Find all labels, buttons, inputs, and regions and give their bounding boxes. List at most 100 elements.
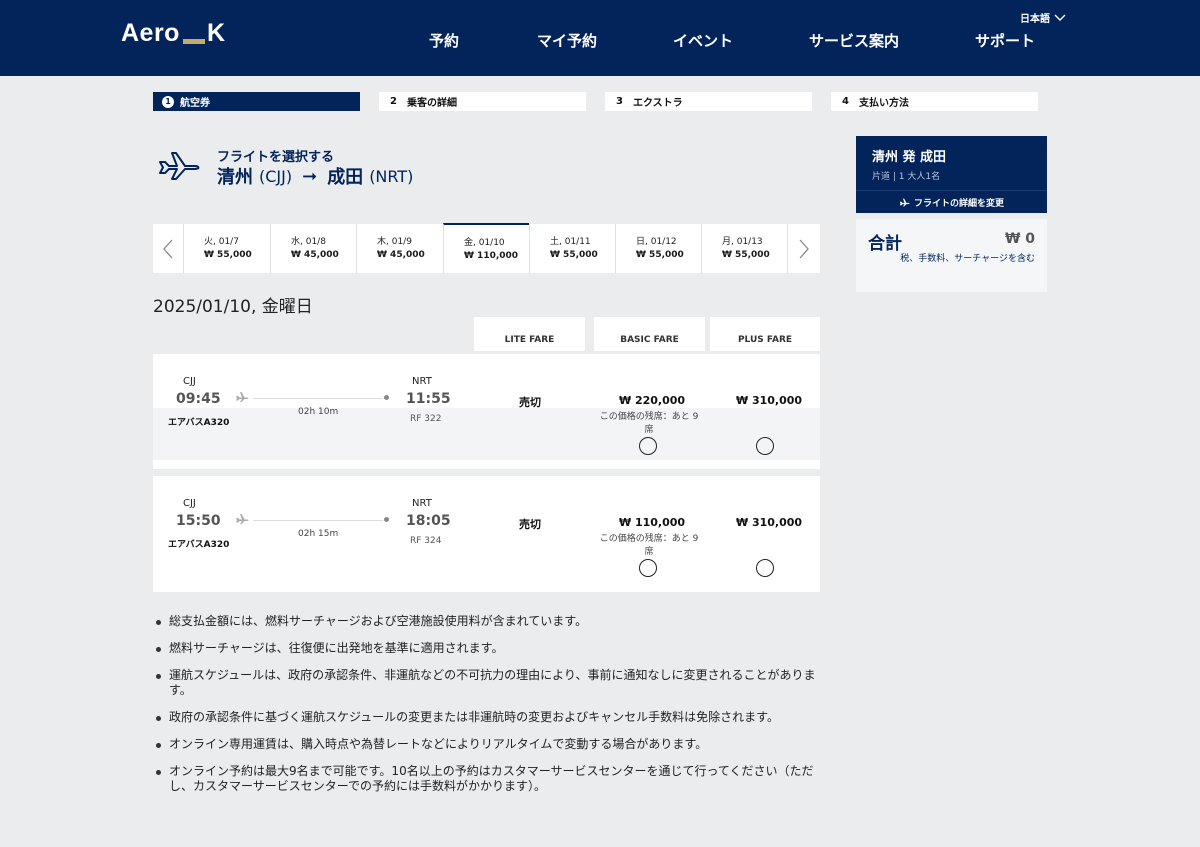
nav-support[interactable]: サポート xyxy=(975,30,1035,51)
lite-fare-sold-out: 売切 xyxy=(519,518,541,531)
date-option[interactable]: 土, 01/11 ₩ 55,000 xyxy=(529,224,615,273)
basic-fare-price: ₩ 110,000 xyxy=(619,516,686,529)
date-label: 火, 01/7 xyxy=(204,237,239,247)
aircraft-type: エアバスA320 xyxy=(168,540,230,550)
airplane-small-icon xyxy=(236,392,249,402)
route-end-dot xyxy=(384,395,389,400)
aero-k-logo[interactable]: Aero K xyxy=(121,19,226,48)
origin-code: (CJJ) xyxy=(259,166,293,186)
fare-note: 総支払金額には、燃料サーチャージおよび空港施設使用料が含まれています。 xyxy=(153,614,825,629)
date-label: 金, 01/10 xyxy=(464,238,505,248)
step-label: エクストラ xyxy=(632,98,683,109)
date-option[interactable]: 火, 01/7 ₩ 55,000 xyxy=(183,224,269,273)
total-box: 合計 ₩ 0 税、手数料、サーチャージを含む xyxy=(856,219,1047,292)
basic-fare-radio[interactable] xyxy=(639,437,657,455)
flight-duration: 02h 15m xyxy=(298,529,339,539)
arrival-code: NRT xyxy=(412,498,432,509)
fare-header-basic: BASIC FARE xyxy=(594,317,705,351)
step-passenger-details[interactable]: 2 乗客の詳細 xyxy=(379,92,586,111)
seats-remaining-note: この価格の残席：あと 9 席 xyxy=(593,411,705,437)
total-note: 税、手数料、サーチャージを含む xyxy=(900,254,1035,264)
route-arrow-icon: ➞ xyxy=(302,165,318,187)
date-price: ₩ 55,000 xyxy=(636,250,684,260)
date-option-selected[interactable]: 金, 01/10 ₩ 110,000 xyxy=(443,223,529,273)
departure-time: 15:50 xyxy=(176,513,221,529)
basic-fare-radio[interactable] xyxy=(639,559,657,577)
step-label: 乗客の詳細 xyxy=(406,98,457,109)
fare-note: 燃料サーチャージは、往復便に出発地を基準に適用されます。 xyxy=(153,641,825,656)
language-selector[interactable]: 日本語 xyxy=(1020,10,1066,25)
nav-reservation[interactable]: 予約 xyxy=(429,30,459,51)
date-option[interactable]: 水, 01/8 ₩ 45,000 xyxy=(270,224,356,273)
step-payment[interactable]: 4 支払い方法 xyxy=(831,92,1038,111)
date-price: ₩ 45,000 xyxy=(291,250,339,260)
destination-code: (NRT) xyxy=(369,166,414,186)
chevron-right-icon xyxy=(799,239,809,258)
nav-services[interactable]: サービス案内 xyxy=(809,30,899,51)
nav-my-reservation[interactable]: マイ予約 xyxy=(537,30,597,51)
change-flight-details-button[interactable]: フライトの詳細を変更 xyxy=(856,190,1047,213)
route-line xyxy=(253,398,383,399)
arrival-time: 11:55 xyxy=(406,391,451,407)
date-option[interactable]: 日, 01/12 ₩ 55,000 xyxy=(615,224,701,273)
aircraft-type: エアバスA320 xyxy=(168,418,230,428)
seats-remaining-line-2: 席 xyxy=(644,425,654,435)
date-price: ₩ 55,000 xyxy=(550,250,598,260)
route-line xyxy=(253,520,383,521)
fare-header-lite: LITE FARE xyxy=(474,317,585,351)
total-value: ₩ 0 xyxy=(1004,231,1035,247)
route-heading: 清州 (CJJ) ➞ 成田 (NRT) xyxy=(217,163,413,189)
airplane-icon xyxy=(899,198,910,206)
seats-remaining-note: この価格の残席：あと 9 席 xyxy=(593,533,705,559)
step-number: 3 xyxy=(616,96,623,107)
fare-notes-list: 総支払金額には、燃料サーチャージおよび空港施設使用料が含まれています。 燃料サー… xyxy=(153,614,825,806)
nav-events[interactable]: イベント xyxy=(673,30,733,51)
flight-duration: 02h 10m xyxy=(298,407,339,417)
plus-fare-radio[interactable] xyxy=(756,559,774,577)
departure-code: CJJ xyxy=(183,498,196,509)
chevron-left-icon xyxy=(163,239,173,258)
step-tickets[interactable]: 1 航空券 xyxy=(153,92,360,111)
next-dates-button[interactable] xyxy=(787,224,820,273)
plus-fare-radio[interactable] xyxy=(756,437,774,455)
date-option[interactable]: 木, 01/9 ₩ 45,000 xyxy=(356,224,442,273)
trip-summary: 清州 発 成田 片道 | 1 大人1名 xyxy=(856,136,1047,190)
prev-dates-button[interactable] xyxy=(153,224,183,273)
seats-remaining-line-1: この価格の残席：あと 9 xyxy=(599,534,699,544)
date-option[interactable]: 月, 01/13 ₩ 55,000 xyxy=(701,224,787,273)
summary-meta: 片道 | 1 大人1名 xyxy=(872,172,941,182)
fare-note: 政府の承認条件に基づく運航スケジュールの変更または非運航時の変更およびキャンセル… xyxy=(153,710,825,725)
logo-text-right: K xyxy=(206,19,226,47)
date-price: ₩ 55,000 xyxy=(722,250,770,260)
top-header: Aero K 予約 マイ予約 イベント サービス案内 サポート 日本語 xyxy=(0,0,1200,76)
origin-city: 清州 xyxy=(217,167,253,188)
seats-remaining-line-1: この価格の残席：あと 9 xyxy=(599,412,699,422)
logo-text-left: Aero xyxy=(121,19,180,47)
plus-fare-price: ₩ 310,000 xyxy=(736,394,803,407)
fare-note: 運航スケジュールは、政府の承認条件、非運航などの不可抗力の理由により、事前に通知… xyxy=(153,668,825,698)
arrival-code: NRT xyxy=(412,376,432,387)
departure-time: 09:45 xyxy=(176,391,221,407)
flight-number: RF 324 xyxy=(410,536,442,546)
change-flight-label: フライトの詳細を変更 xyxy=(913,198,1004,209)
basic-fare-price: ₩ 220,000 xyxy=(619,394,686,407)
step-number: 2 xyxy=(390,96,397,107)
date-price: ₩ 45,000 xyxy=(377,250,425,260)
arrival-time: 18:05 xyxy=(406,513,451,529)
route-end-dot xyxy=(384,517,389,522)
logo-bar xyxy=(182,39,205,44)
step-extras[interactable]: 3 エクストラ xyxy=(605,92,812,111)
chevron-down-icon xyxy=(1054,14,1066,21)
fare-header-plus: PLUS FARE xyxy=(710,317,820,351)
selected-date-title: 2025/01/10, 金曜日 xyxy=(153,297,313,317)
total-label: 合計 xyxy=(868,234,902,254)
airplane-small-icon xyxy=(236,514,249,524)
date-label: 土, 01/11 xyxy=(550,237,591,247)
fare-note: オンライン予約は最大9名まで可能です。10名以上の予約はカスタマーサービスセンタ… xyxy=(153,764,825,794)
fare-note: オンライン専用運賃は、購入時点や為替レートなどによりリアルタイムで変動する場合が… xyxy=(153,737,825,752)
date-label: 日, 01/12 xyxy=(636,237,677,247)
seats-remaining-line-2: 席 xyxy=(644,547,654,557)
destination-city: 成田 xyxy=(327,167,364,188)
step-number: 1 xyxy=(162,95,174,108)
date-selector: 火, 01/7 ₩ 55,000 水, 01/8 ₩ 45,000 木, 01/… xyxy=(153,223,820,273)
